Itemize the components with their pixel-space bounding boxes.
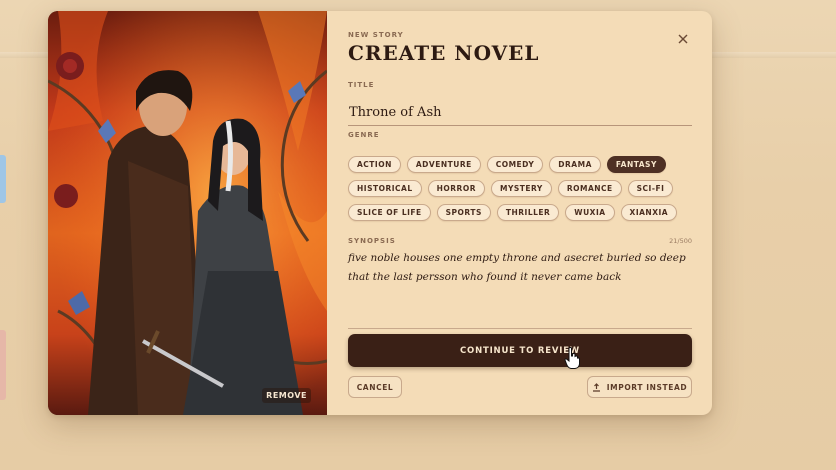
import-instead-button[interactable]: IMPORT INSTEAD <box>587 376 692 398</box>
genre-chip-drama[interactable]: DRAMA <box>549 156 601 173</box>
genre-chip-fantasy[interactable]: FANTASY <box>606 156 666 173</box>
continue-to-review-button[interactable]: CONTINUE TO REVIEW <box>348 334 692 367</box>
novel-form: NEW STORY CREATE NOVEL TITLE GENRE ACTIO… <box>327 11 712 415</box>
genre-label: GENRE <box>348 131 380 139</box>
title-input[interactable] <box>348 99 692 126</box>
synopsis-char-counter: 21/500 <box>669 237 692 245</box>
synopsis-label: SYNOPSIS <box>348 237 396 245</box>
genre-chip-mystery[interactable]: MYSTERY <box>490 180 552 197</box>
create-novel-modal: REMOVE NEW STORY CREATE NOVEL TITLE GENR… <box>48 11 712 415</box>
genre-chip-xianxia[interactable]: XIANXIA <box>620 204 678 221</box>
title-label: TITLE <box>348 81 375 89</box>
genre-chip-romance[interactable]: ROMANCE <box>557 180 622 197</box>
cancel-button[interactable]: CANCEL <box>348 376 402 398</box>
genre-chip-group: ACTION ADVENTURE COMEDY DRAMA FANTASY HISTORI… <box>348 156 698 228</box>
cover-illustration <box>48 11 327 415</box>
genre-chip-horror[interactable]: HORROR <box>427 180 485 197</box>
genre-chip-adventure[interactable]: ADVENTURE <box>406 156 481 173</box>
close-icon[interactable] <box>676 32 690 46</box>
genre-chip-sports[interactable]: SPORTS <box>436 204 491 221</box>
remove-cover-button[interactable]: REMOVE <box>262 388 311 403</box>
synopsis-textarea[interactable]: five noble houses one empty throne and a… <box>348 249 692 329</box>
upload-icon <box>592 382 600 392</box>
genre-chip-thriller[interactable]: THRILLER <box>496 204 560 221</box>
genre-chip-historical[interactable]: HISTORICAL <box>348 180 422 197</box>
genre-chip-row: SLICE OF LIFE SPORTS THRILLER WUXIA XIANXIA <box>348 204 698 221</box>
genre-chip-slice-of-life[interactable]: SLICE OF LIFE <box>348 204 431 221</box>
genre-chip-row: HISTORICAL HORROR MYSTERY ROMANCE SCI-FI <box>348 180 698 197</box>
background-tab-blue <box>0 155 6 203</box>
genre-chip-wuxia[interactable]: WUXIA <box>565 204 615 221</box>
genre-chip-row: ACTION ADVENTURE COMEDY DRAMA FANTASY <box>348 156 698 173</box>
eyebrow-label: NEW STORY <box>348 31 404 39</box>
cover-image: REMOVE <box>48 11 327 415</box>
genre-chip-sci-fi[interactable]: SCI-FI <box>627 180 674 197</box>
genre-chip-action[interactable]: ACTION <box>348 156 401 173</box>
page-title: CREATE NOVEL <box>348 41 540 65</box>
genre-chip-comedy[interactable]: COMEDY <box>486 156 544 173</box>
background-tab-pink <box>0 330 6 400</box>
hand-pointer-cursor-icon <box>564 347 580 369</box>
import-instead-label: IMPORT INSTEAD <box>606 382 688 392</box>
